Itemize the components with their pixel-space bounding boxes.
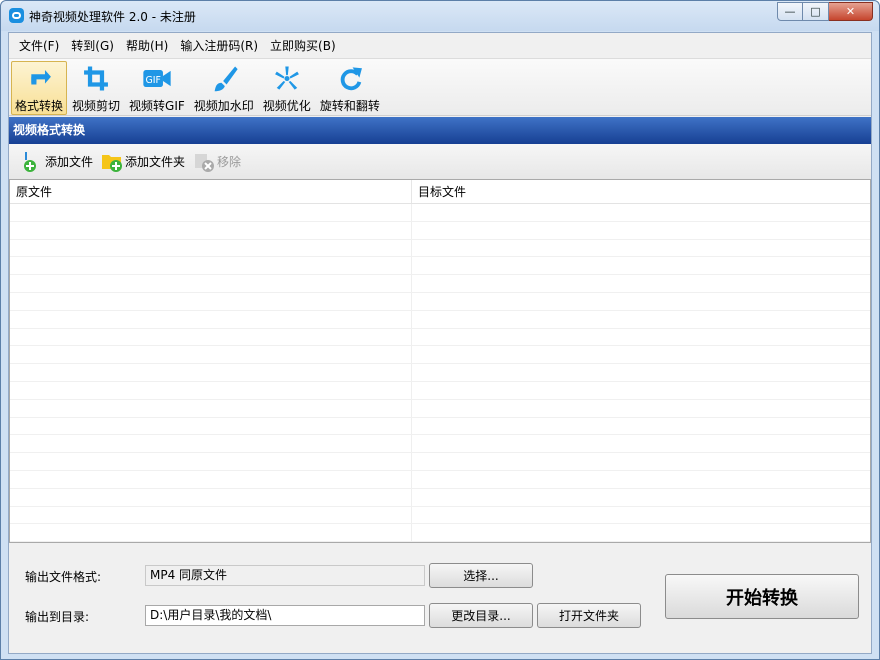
tool-optimize[interactable]: 视频优化: [259, 61, 315, 115]
table-row: [10, 488, 870, 507]
add-folder-button[interactable]: 添加文件夹: [101, 151, 185, 173]
open-folder-button[interactable]: 打开文件夹: [537, 603, 641, 628]
format-convert-icon: [31, 69, 51, 85]
minimize-button[interactable]: —: [777, 2, 803, 21]
rotate-icon: [340, 67, 362, 91]
table-header: 原文件 目标文件: [10, 180, 870, 204]
gif-icon: GIF: [143, 69, 171, 88]
table-row: [10, 399, 870, 418]
main-toolbar: 格式转换 视频剪切 GIF 视频转GIF 视频加水印 视频优化 旋转和翻转: [9, 58, 871, 116]
client-area: 文件(F) 转到(G) 帮助(H) 输入注册码(R) 立即购买(B) 格式转换 …: [8, 32, 872, 654]
remove-label: 移除: [217, 155, 242, 169]
table-row: [10, 381, 870, 400]
add-folder-label: 添加文件夹: [125, 155, 186, 169]
tool-video-crop[interactable]: 视频剪切: [68, 61, 124, 115]
menu-register[interactable]: 输入注册码(R): [174, 37, 264, 54]
table-row: [10, 524, 870, 542]
close-button[interactable]: ✕: [829, 2, 873, 21]
table-row: [10, 417, 870, 436]
add-folder-icon: [102, 154, 123, 172]
column-source-file[interactable]: 原文件: [10, 180, 412, 203]
table-row: [10, 310, 870, 329]
table-row: [10, 364, 870, 382]
table-row: [10, 506, 870, 525]
file-action-toolbar: 添加文件 添加文件夹 移除: [9, 144, 871, 179]
file-list-table[interactable]: 原文件 目标文件: [9, 179, 871, 543]
tool-rotate-flip[interactable]: 旋转和翻转: [316, 61, 384, 115]
table-row: [10, 435, 870, 454]
table-row: [10, 275, 870, 293]
table-row: [10, 328, 870, 347]
output-dir-field[interactable]: D:\用户目录\我的文档\: [145, 605, 425, 626]
menu-goto[interactable]: 转到(G): [65, 37, 120, 54]
tool-label: 格式转换: [15, 99, 64, 113]
table-row: [10, 204, 870, 222]
close-icon: ✕: [845, 5, 856, 18]
remove-button[interactable]: 移除: [193, 151, 241, 173]
tool-label: 视频转GIF: [129, 99, 185, 113]
crop-icon: [84, 66, 108, 91]
window-controls: — □ ✕: [777, 2, 873, 21]
menu-file[interactable]: 文件(F): [13, 37, 65, 54]
menu-help[interactable]: 帮助(H): [120, 37, 174, 54]
add-file-button[interactable]: 添加文件: [21, 151, 93, 173]
output-settings-panel: 输出文件格式: MP4 同原文件 选择... 输出到目录: D:\用户目录\我的…: [9, 543, 871, 653]
svg-text:GIF: GIF: [145, 75, 160, 86]
tool-watermark[interactable]: 视频加水印: [190, 61, 258, 115]
minimize-icon: —: [784, 5, 796, 18]
app-window: 神奇视频处理软件 2.0 - 未注册 — □ ✕ 文件(F) 转到(G) 帮助(…: [0, 0, 880, 660]
start-convert-button[interactable]: 开始转换: [665, 574, 859, 619]
title-bar: 神奇视频处理软件 2.0 - 未注册 — □ ✕: [1, 1, 879, 31]
table-row: [10, 346, 870, 365]
section-title: 视频格式转换: [9, 117, 871, 144]
menu-buy[interactable]: 立即购买(B): [264, 37, 342, 54]
tool-label: 视频加水印: [193, 99, 254, 113]
table-row: [10, 470, 870, 489]
add-file-icon: [24, 151, 36, 172]
output-dir-label: 输出到目录:: [25, 610, 90, 624]
add-file-label: 添加文件: [45, 155, 94, 169]
tool-label: 视频优化: [262, 99, 311, 113]
output-format-label: 输出文件格式:: [25, 570, 102, 584]
remove-icon: [195, 153, 215, 172]
optimize-icon: [274, 66, 299, 90]
tool-label: 旋转和翻转: [319, 99, 380, 113]
app-logo-icon: [9, 8, 24, 23]
maximize-button[interactable]: □: [803, 2, 829, 21]
table-row: [10, 239, 870, 258]
change-dir-button[interactable]: 更改目录...: [429, 603, 533, 628]
column-target-file[interactable]: 目标文件: [412, 180, 870, 203]
menu-bar: 文件(F) 转到(G) 帮助(H) 输入注册码(R) 立即购买(B): [9, 33, 871, 58]
table-row: [10, 221, 870, 240]
select-format-button[interactable]: 选择...: [429, 563, 533, 588]
table-row: [10, 292, 870, 311]
output-format-field: MP4 同原文件: [145, 565, 425, 586]
tool-label: 视频剪切: [72, 99, 121, 113]
window-title: 神奇视频处理软件 2.0 - 未注册: [29, 10, 196, 24]
tool-format-convert[interactable]: 格式转换: [11, 61, 68, 115]
table-body: [10, 204, 870, 542]
table-row: [10, 257, 870, 276]
tool-video-to-gif[interactable]: GIF 视频转GIF: [125, 61, 189, 115]
table-row: [10, 453, 870, 471]
brush-icon: [214, 66, 238, 92]
maximize-icon: □: [810, 5, 821, 18]
